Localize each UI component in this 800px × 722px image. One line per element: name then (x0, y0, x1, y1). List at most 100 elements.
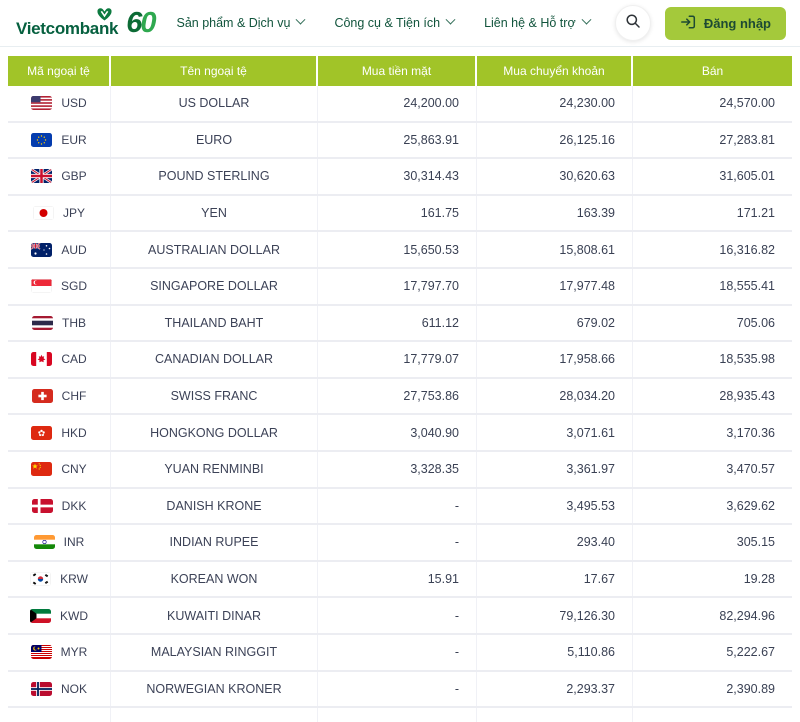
nav-item-contact-support[interactable]: Liên hệ & Hỗ trợ (484, 14, 592, 30)
sell-rate: 171.21 (736, 206, 775, 221)
table-row: JPY YEN 161.75 163.39 171.21 (8, 195, 792, 233)
buy-cash-rate-cell: 25,863.91 (318, 122, 477, 158)
buy-transfer-rate-cell: 3,495.53 (477, 488, 633, 524)
currency-name: SWISS FRANC (170, 389, 258, 404)
currency-code: GBP (61, 169, 87, 184)
table-row: SGD SINGAPORE DOLLAR 17,797.70 17,977.48 18,… (8, 268, 792, 306)
buy-transfer-rate-cell: 3,071.61 (477, 415, 633, 450)
flag-gbp-icon (31, 169, 53, 184)
buy-transfer-rate: 17.67 (583, 572, 615, 587)
buy-cash-rate: - (454, 681, 459, 696)
buy-cash-rate-cell: - (318, 634, 477, 670)
flag-krw-icon (30, 572, 52, 587)
anniversary-60-logo: 60 (126, 7, 156, 39)
top-navigation-bar: Vietcombank 60 Sản phẩm & Dịch vụ Công c… (0, 0, 800, 47)
login-button[interactable]: Đăng nhập (664, 6, 786, 40)
sell-rate-cell: 16,316.82 (633, 232, 792, 267)
flag-aud-icon (31, 242, 53, 257)
currency-code: THB (62, 315, 86, 330)
nav-item-products-services[interactable]: Sản phẩm & Dịch vụ (176, 14, 306, 30)
currency-name-cell: AUSTRALIAN DOLLAR (111, 232, 318, 267)
buy-transfer-rate-cell: 28,034.20 (477, 378, 633, 414)
sell-rate: 3,470.57 (726, 462, 775, 477)
buy-cash-rate-cell: 17,797.70 (318, 268, 477, 304)
currency-name-cell: EURO (111, 122, 318, 158)
buy-transfer-rate-cell: 17.67 (477, 561, 633, 597)
sell-rate-cell: 305.15 (633, 525, 792, 560)
currency-code-cell: DKK (8, 488, 111, 524)
buy-cash-rate: - (454, 498, 459, 513)
buy-transfer-rate: 293.40 (576, 535, 615, 550)
flag-jpy-icon (32, 206, 54, 221)
sell-rate: 305.15 (736, 535, 775, 550)
sell-rate: 24,570.00 (719, 96, 775, 111)
buy-transfer-rate: 24,230.00 (559, 96, 615, 111)
chevron-down-icon (445, 14, 456, 25)
sell-rate-cell: 18,535.98 (633, 342, 792, 377)
currency-name: HONGKONG DOLLAR (150, 425, 278, 440)
currency-name: KUWAITI DINAR (167, 608, 261, 623)
buy-transfer-rate-cell: 24,230.00 (477, 86, 633, 121)
table-row: NOK NORWEGIAN KRONER - 2,293.37 2,390.89 (8, 671, 792, 709)
vietcombank-wordmark: Vietcombank (16, 7, 119, 39)
currency-code-cell: MYR (8, 634, 111, 670)
sell-rate-cell: 31,605.01 (633, 159, 792, 194)
flag-hkd-icon (31, 425, 53, 440)
sell-rate: 28,935.43 (719, 389, 775, 404)
sell-rate: 2,390.89 (726, 681, 775, 696)
flag-usd-icon (31, 96, 53, 111)
buy-cash-rate: 15,650.53 (403, 242, 459, 257)
empty-cell (318, 708, 477, 722)
flag-nok-icon (30, 681, 52, 696)
currency-code-cell: CAD (8, 342, 111, 377)
buy-cash-rate: 3,328.35 (410, 462, 459, 477)
column-header-buy-cash: Mua tiền mặt (318, 56, 477, 86)
sell-rate-cell: 27,283.81 (633, 123, 792, 158)
buy-cash-rate-cell: 3,328.35 (318, 451, 477, 487)
currency-name-cell: INDIAN RUPEE (111, 525, 318, 560)
currency-name: CANADIAN DOLLAR (154, 352, 274, 367)
nav-label: Sản phẩm & Dịch vụ (176, 16, 291, 30)
currency-code: CHF (61, 389, 87, 404)
sell-rate-cell: 24,570.00 (633, 86, 792, 121)
buy-transfer-rate: 30,620.63 (559, 169, 615, 184)
flag-chf-icon (31, 389, 53, 404)
table-row: CAD CANADIAN DOLLAR 17,779.07 17,958.66 18,5… (8, 342, 792, 379)
sell-rate-cell: 171.21 (633, 196, 792, 231)
table-row: EUR EURO 25,863.91 26,125.16 27,283.81 (8, 122, 792, 160)
currency-name-cell: THAILAND BAHT (111, 305, 318, 341)
currency-name-cell: POUND STERLING (111, 159, 318, 194)
buy-transfer-rate: 2,293.37 (566, 681, 615, 696)
buy-cash-rate: 15.91 (427, 572, 459, 587)
login-icon (680, 14, 696, 33)
sell-rate-cell: 18,555.41 (633, 269, 792, 304)
search-button[interactable] (614, 5, 651, 41)
currency-name-cell: NORWEGIAN KRONER (111, 671, 318, 707)
buy-transfer-rate-cell: 17,958.66 (477, 342, 633, 377)
nav-item-tools-utilities[interactable]: Công cụ & Tiện ích (334, 14, 456, 30)
table-row: GBP POUND STERLING 30,314.43 30,620.63 31,60… (8, 159, 792, 196)
sell-rate-cell: 2,390.89 (633, 672, 792, 707)
buy-cash-rate-cell: 24,200.00 (318, 86, 477, 121)
flag-inr-icon (33, 535, 55, 550)
currency-name: YEN (201, 206, 227, 221)
sell-rate-cell: 3,470.57 (633, 452, 792, 487)
flag-kwd-icon (30, 608, 51, 623)
currency-code-cell: THB (8, 305, 111, 341)
column-header-sell: Bán (633, 56, 792, 86)
buy-transfer-rate-cell: 15,808.61 (477, 232, 633, 267)
buy-transfer-rate-cell: 79,126.30 (477, 598, 633, 633)
currency-code-cell: INR (8, 525, 111, 560)
table-row: CHF SWISS FRANC 27,753.86 28,034.20 28,935.4… (8, 378, 792, 416)
vietcombank-logo[interactable]: Vietcombank 60 (16, 7, 157, 39)
buy-cash-rate-cell: - (318, 671, 477, 707)
buy-transfer-rate-cell: 679.02 (477, 305, 633, 341)
currency-name: YUAN RENMINBI (164, 462, 264, 477)
buy-cash-rate-cell: 611.12 (318, 305, 477, 341)
sell-rate: 705.06 (736, 315, 775, 330)
sell-rate: 82,294.96 (719, 608, 775, 623)
currency-code: JPY (62, 206, 85, 221)
currency-code-cell: KWD (8, 598, 111, 633)
buy-transfer-rate-cell: 3,361.97 (477, 451, 633, 487)
buy-transfer-rate: 17,977.48 (559, 279, 615, 294)
